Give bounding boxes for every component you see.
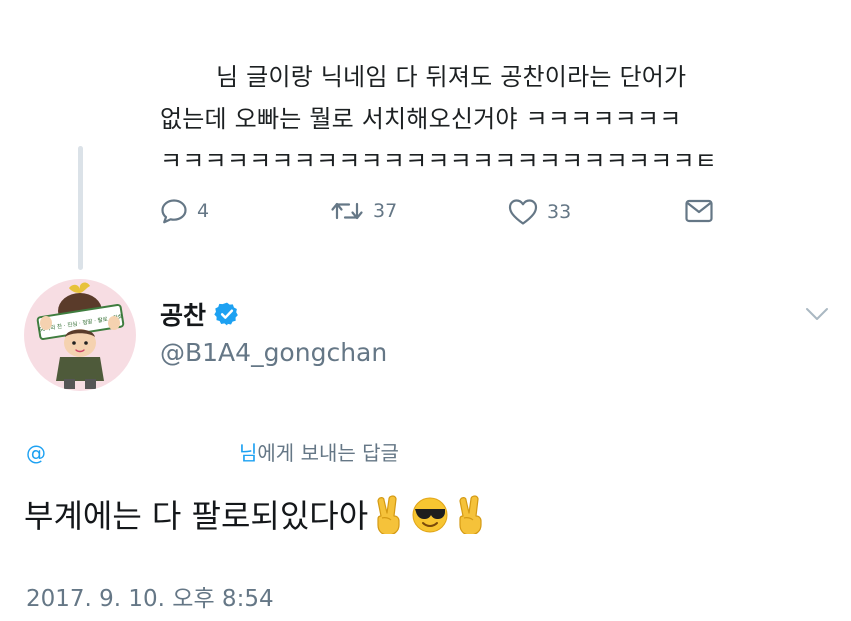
tweet-timestamp[interactable]: 2017. 9. 10. 오후 8:54 <box>26 579 274 613</box>
retweet-count: 37 <box>373 200 398 222</box>
retweet-icon <box>331 202 363 220</box>
retweet-button[interactable]: 37 <box>330 198 397 224</box>
thread-connector-line <box>78 146 83 270</box>
tweet-action-bar: 4 37 33 <box>160 198 730 234</box>
smiling-face-with-sunglasses-icon <box>412 497 448 533</box>
like-count: 33 <box>547 201 572 223</box>
reply-icon <box>161 199 187 224</box>
previous-tweet-line: ㅋㅋㅋㅋㅋㅋㅋㅋㅋㅋㅋㅋㅋㅋㅋㅋㅋㅋㅋㅋㅋㅋㅋㅋㅌ <box>160 147 717 175</box>
reply-context: @ 님에게 보내는 답글 <box>26 437 399 466</box>
reply-mention-partial[interactable]: 님 <box>239 441 257 465</box>
victory-hand-icon <box>459 495 482 534</box>
envelope-icon <box>685 199 713 223</box>
previous-tweet-text: 님 글이랑 닉네임 다 뒤져도 공찬이라는 단어가 없는데 오빠는 뭘로 서치해… <box>160 56 830 182</box>
victory-hand-icon <box>377 495 400 534</box>
previous-tweet-line: 없는데 오빠는 뭘로 서치해오신거야 ㅋㅋㅋㅋㅋㅋㅋ <box>160 105 682 133</box>
author-name-row: 공찬 <box>160 296 240 332</box>
avatar[interactable]: 66사의 찬 · 진심 · 정말 · 팔로 · 찬희 <box>24 279 136 391</box>
reply-mention-link[interactable]: @ <box>26 441 46 465</box>
author-handle[interactable]: @B1A4_gongchan <box>160 338 387 367</box>
like-button[interactable]: 33 <box>508 198 571 226</box>
author-display-name[interactable]: 공찬 <box>160 296 206 332</box>
chevron-down-icon[interactable] <box>805 306 829 322</box>
tweet-body: 부계에는 다 팔로되있다아 <box>24 491 488 537</box>
reply-context-suffix: 에게 보내는 답글 <box>257 441 399 465</box>
reply-button[interactable]: 4 <box>160 198 209 224</box>
heart-icon <box>508 199 538 225</box>
reply-count: 4 <box>197 200 210 222</box>
direct-message-button[interactable] <box>684 198 714 224</box>
avatar-cartoon-icon: 66사의 찬 · 진심 · 정말 · 팔로 · 찬희 <box>36 282 125 389</box>
verified-badge-icon <box>214 302 238 326</box>
previous-tweet-line: 님 글이랑 닉네임 다 뒤져도 공찬이라는 단어가 <box>216 63 687 91</box>
tweet-text: 부계에는 다 팔로되있다아 <box>24 497 369 535</box>
